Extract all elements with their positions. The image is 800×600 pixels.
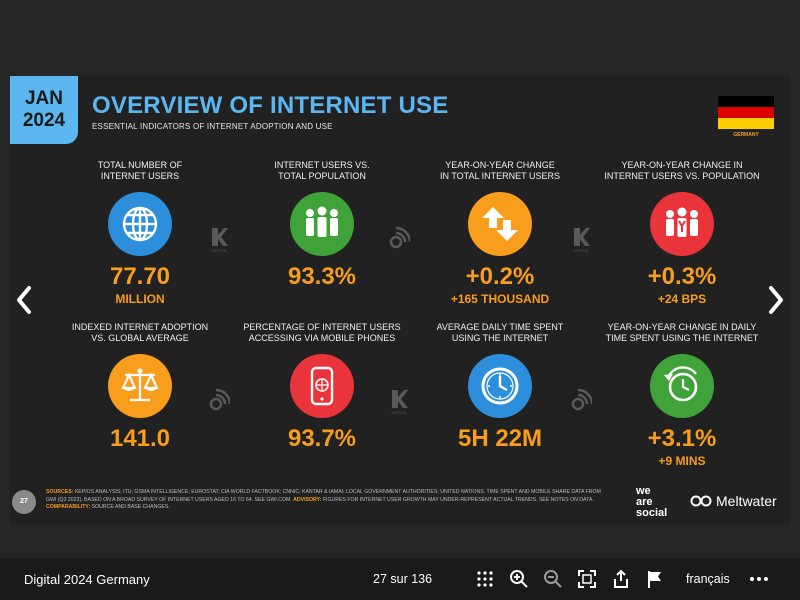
date-month: JAN xyxy=(24,88,63,109)
metric-value: +0.2% xyxy=(465,263,535,290)
metric-value: +0.3% xyxy=(647,263,717,290)
more-options-button[interactable] xyxy=(749,569,769,589)
share-button[interactable] xyxy=(611,569,631,589)
flag-icon xyxy=(648,571,661,588)
kepios-logo-icon: KEPIOS xyxy=(388,388,410,415)
zoom-in-icon xyxy=(510,570,528,588)
slide: JAN 2024 OVERVIEW OF INTERNET USE ESSENT… xyxy=(10,76,790,524)
metric-value: 93.7% xyxy=(287,425,357,452)
more-icon xyxy=(750,577,768,581)
datareportal-logo-icon xyxy=(208,388,230,412)
metric-card: YEAR-ON-YEAR CHANGE IN INTERNET USERS vs.… xyxy=(602,160,762,306)
metric-label: PERCENTAGE OF INTERNET USERS ACCESSING VI… xyxy=(243,322,401,343)
metric-card: INTERNET USERS vs. TOTAL POPULATION 93.3% xyxy=(242,160,402,290)
grid-view-button[interactable] xyxy=(475,569,495,589)
date-year: 2024 xyxy=(22,110,66,131)
globe-icon xyxy=(108,192,172,256)
metric-card: INDEXED INTERNET ADOPTION vs. GLOBAL AVER… xyxy=(60,322,220,452)
zoom-out-icon xyxy=(544,570,562,588)
kepios-label: KEPIOS xyxy=(573,248,589,253)
metric-subvalue: +165 THOUSAND xyxy=(450,292,550,306)
kepios-label: KEPIOS xyxy=(391,410,407,415)
datareportal-logo-icon xyxy=(388,226,410,250)
kepios-label: KEPIOS xyxy=(211,248,227,253)
metric-label: YEAR-ON-YEAR CHANGE IN DAILY TIME SPENT U… xyxy=(605,322,759,343)
metric-card: PERCENTAGE OF INTERNET USERS ACCESSING VI… xyxy=(242,322,402,452)
metric-card: YEAR-ON-YEAR CHANGE IN DAILY TIME SPENT U… xyxy=(602,322,762,468)
fullscreen-icon xyxy=(578,570,596,588)
report-button[interactable] xyxy=(645,569,665,589)
zoom-in-button[interactable] xyxy=(509,569,529,589)
country-label: GERMANY xyxy=(733,132,759,138)
page-indicator: 27 sur 136 xyxy=(373,572,433,586)
metric-subvalue: MILLION xyxy=(115,292,165,306)
metric-label: YEAR-ON-YEAR CHANGE IN TOTAL INTERNET USE… xyxy=(439,160,561,181)
metric-value: 5H 22M xyxy=(457,425,543,452)
page-number-badge: 27 xyxy=(12,490,36,514)
meltwater-logo: Meltwater xyxy=(690,493,777,509)
fullscreen-button[interactable] xyxy=(577,569,597,589)
metric-label: AVERAGE DAILY TIME SPENT USING THE INTERN… xyxy=(436,322,564,343)
clock-icon xyxy=(468,354,532,418)
metric-label: INDEXED INTERNET ADOPTION vs. GLOBAL AVER… xyxy=(71,322,209,343)
metric-value: 141.0 xyxy=(109,425,171,452)
metric-card: YEAR-ON-YEAR CHANGE IN TOTAL INTERNET USE… xyxy=(420,160,580,306)
previous-slide-button[interactable] xyxy=(12,284,36,316)
metric-value: 77.70 xyxy=(109,263,171,290)
people-icon xyxy=(290,192,354,256)
metric-value: +3.1% xyxy=(647,425,717,452)
grid-icon xyxy=(477,571,493,587)
chevron-left-icon xyxy=(17,286,31,314)
language-selector[interactable]: français xyxy=(686,572,730,586)
metric-label: TOTAL NUMBER OF INTERNET USERS xyxy=(97,160,183,181)
zoom-out-button[interactable] xyxy=(543,569,563,589)
metric-card: TOTAL NUMBER OF INTERNET USERS 77.70 MILLIO… xyxy=(60,160,220,306)
we-are-social-logo: we are social xyxy=(636,485,668,519)
scales-icon xyxy=(108,354,172,418)
kepios-logo-icon: KEPIOS xyxy=(208,226,230,253)
mobile-phone-icon xyxy=(290,354,354,418)
meltwater-mark-icon xyxy=(690,495,712,507)
clock-change-icon xyxy=(650,354,714,418)
updown-arrows-icon xyxy=(468,192,532,256)
document-title: Digital 2024 Germany xyxy=(24,572,150,587)
metric-value: 93.3% xyxy=(287,263,357,290)
slide-subtitle: ESSENTIAL INDICATORS OF INTERNET ADOPTIO… xyxy=(92,122,333,131)
metric-subvalue: +9 MINS xyxy=(658,454,706,468)
date-badge: JAN 2024 xyxy=(10,76,78,144)
datareportal-logo-icon xyxy=(570,388,592,412)
chevron-right-icon xyxy=(769,286,783,314)
slide-title: OVERVIEW OF INTERNET USE xyxy=(92,92,449,119)
viewer-top-area xyxy=(0,0,800,76)
metric-label: INTERNET USERS vs. TOTAL POPULATION xyxy=(274,160,370,181)
next-slide-button[interactable] xyxy=(764,284,788,316)
kepios-logo-icon: KEPIOS xyxy=(570,226,592,253)
sources-text: SOURCES: KEPIOS ANALYSIS; ITU; GSMA INTE… xyxy=(46,489,601,510)
viewer-toolbar: Digital 2024 Germany 27 sur 136 français xyxy=(0,558,800,600)
metric-label: YEAR-ON-YEAR CHANGE IN INTERNET USERS vs.… xyxy=(604,160,760,181)
metric-card: AVERAGE DAILY TIME SPENT USING THE INTERN… xyxy=(420,322,580,452)
share-icon xyxy=(614,569,628,588)
germany-flag-icon xyxy=(718,96,774,129)
metric-subvalue: +24 BPS xyxy=(657,292,707,306)
people-change-icon xyxy=(650,192,714,256)
